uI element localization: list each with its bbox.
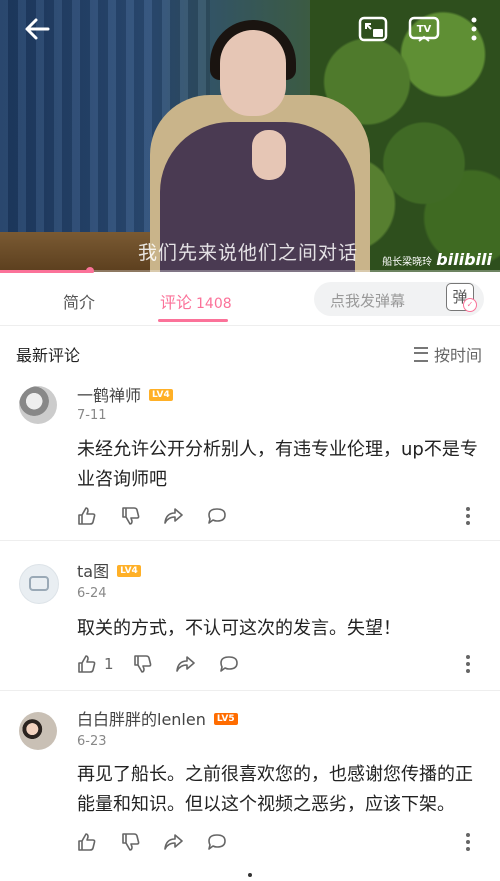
- username: ta图: [77, 562, 110, 581]
- like-count: 1: [104, 655, 114, 673]
- sort-by-time-button[interactable]: 按时间: [414, 342, 482, 366]
- dislike-icon[interactable]: [121, 506, 141, 526]
- tab-bar: 简介 评论 1408 点我发弹幕: [0, 273, 500, 326]
- sort-label: 按时间: [434, 346, 483, 365]
- comment-user[interactable]: ta图 LV4: [77, 558, 141, 582]
- comment-text: 再见了船长。之前很喜欢您的，也感谢您传播的正能量和知识。但以这个视频之恶劣，应该…: [77, 764, 473, 815]
- back-arrow-icon[interactable]: [22, 14, 52, 44]
- tab-comments-label: 评论: [160, 293, 193, 312]
- more-options-icon[interactable]: [466, 14, 482, 44]
- avatar[interactable]: [19, 386, 57, 424]
- level-badge: LV4: [117, 564, 141, 577]
- danmu-placeholder: 点我发弹幕: [330, 292, 406, 310]
- default-avatar-tv-icon: [29, 576, 49, 591]
- video-person-hand: [252, 130, 286, 180]
- comment-user[interactable]: 一鹤禅师 LV4: [77, 382, 173, 406]
- comment-actions: 1: [77, 654, 487, 678]
- level-badge: LV4: [149, 388, 173, 401]
- cast-tv-icon[interactable]: TV: [408, 16, 440, 42]
- comment-actions: [77, 832, 487, 856]
- comment-more-icon[interactable]: [465, 506, 471, 526]
- reply-icon[interactable]: [207, 506, 227, 526]
- share-icon[interactable]: [163, 506, 183, 526]
- avatar[interactable]: [19, 712, 57, 750]
- watermark-user: 船长梁晓玲: [382, 257, 433, 268]
- comment-divider: [0, 540, 500, 541]
- level-badge: LV5: [213, 712, 238, 725]
- username: 一鹤禅师: [77, 386, 142, 405]
- picture-in-picture-icon[interactable]: [358, 16, 388, 42]
- video-person-head: [220, 30, 286, 116]
- like-icon[interactable]: [77, 506, 97, 526]
- tab-intro[interactable]: 简介: [63, 289, 95, 313]
- comments-section-title: 最新评论: [16, 346, 81, 365]
- svg-text:TV: TV: [417, 24, 432, 35]
- comment-text: 取关的方式，不认可这次的发言。失望！: [77, 618, 401, 639]
- share-icon[interactable]: [175, 654, 195, 674]
- dislike-icon[interactable]: [133, 654, 153, 674]
- like-icon[interactable]: [77, 832, 97, 852]
- comment-divider: [0, 690, 500, 691]
- comment-date: 6-23: [77, 734, 107, 749]
- watermark-brand: bilibili: [436, 250, 492, 269]
- active-tab-indicator: [158, 319, 228, 322]
- video-subtitle: 我们先来说他们之间对话: [138, 242, 359, 264]
- comment-more-icon[interactable]: [465, 832, 471, 852]
- danmu-enabled-check-icon: ✓: [463, 298, 477, 312]
- reply-icon[interactable]: [219, 654, 239, 674]
- dislike-icon[interactable]: [121, 832, 141, 852]
- video-table: [0, 232, 150, 272]
- comment-more-icon[interactable]: [465, 654, 471, 674]
- tab-comments[interactable]: 评论 1408: [160, 289, 232, 313]
- avatar[interactable]: [19, 564, 59, 604]
- like-icon[interactable]: [77, 654, 97, 674]
- share-icon[interactable]: [163, 832, 183, 852]
- comment-user[interactable]: 白白胖胖的lenlen LV5: [77, 706, 238, 730]
- reply-icon[interactable]: [207, 832, 227, 852]
- sort-list-icon: [414, 347, 428, 362]
- scroll-indicator: [248, 873, 252, 877]
- comment-actions: [77, 506, 487, 530]
- tab-comments-count: 1408: [196, 296, 232, 312]
- comment-text: 未经允许公开分析别人，有违专业伦理，up不是专业咨询师吧: [77, 439, 478, 490]
- comment-date: 6-24: [77, 586, 107, 601]
- username: 白白胖胖的lenlen: [77, 710, 206, 729]
- video-watermark: 船长梁晓玲 bilibili: [382, 250, 492, 269]
- comment-date: 7-11: [77, 408, 107, 423]
